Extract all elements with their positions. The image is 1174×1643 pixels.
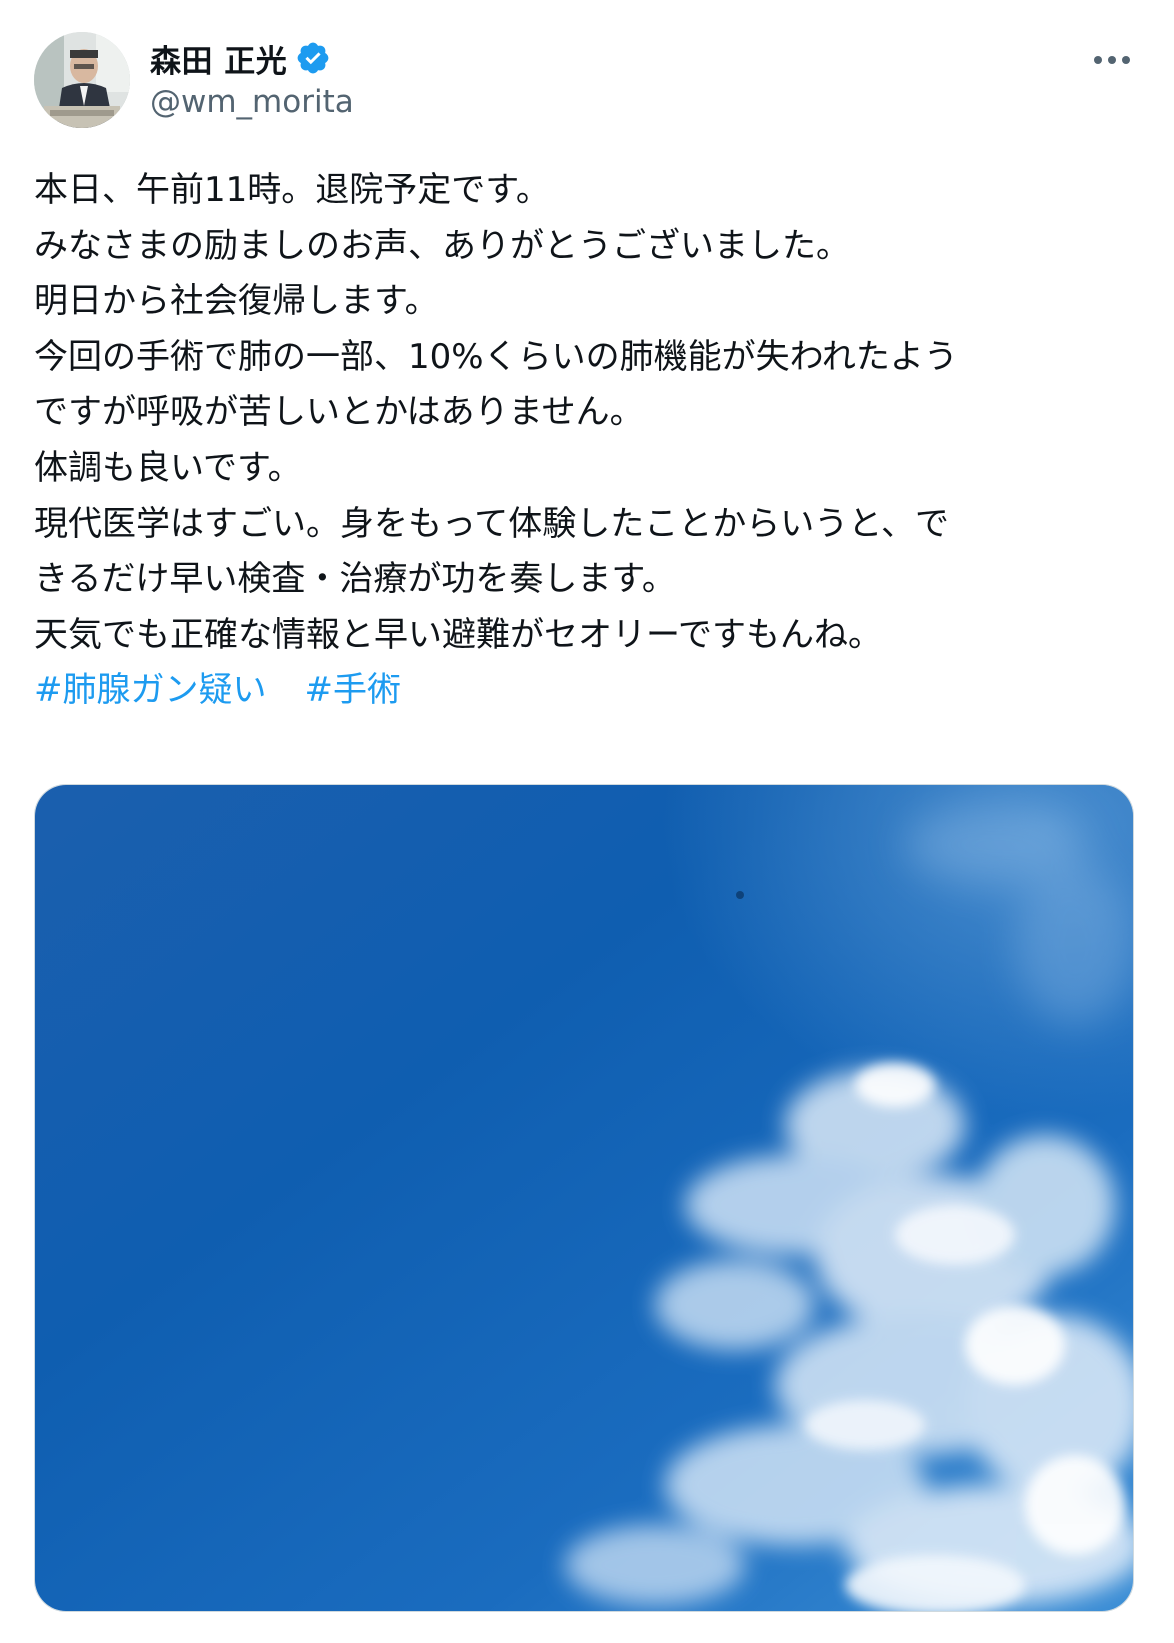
avatar-image [34,32,130,128]
hashtag-link[interactable]: #肺腺ガン疑い [34,670,267,710]
tweet-text-line: 今回の手術で肺の一部、10%くらいの肺機能が失われたよう [34,336,958,377]
tweet-text-line: ですが呼吸が苦しいとかはありません。 [34,392,644,433]
tweet-header: 森田 正光 @wm_morita [34,32,1140,128]
tweet-photo[interactable] [34,784,1134,1612]
verified-badge-icon [295,40,331,76]
sky-photo [35,785,1133,1611]
author-avatar[interactable] [34,32,130,128]
display-name-row[interactable]: 森田 正光 [150,34,354,82]
author-names: 森田 正光 @wm_morita [150,34,354,120]
author-handle[interactable]: @wm_morita [150,84,354,120]
tweet-text-line: みなさまの励ましのお声、ありがとうございました。 [34,225,850,266]
hashtag-link[interactable]: #手術 [305,670,402,710]
tweet-text-line: 天気でも正確な情報と早い避難がセオリーですもんね。 [34,614,882,655]
hashtag-list: #肺腺ガン疑い #手術 [34,663,1140,719]
tweet-text-line: きるだけ早い検査・治療が功を奏します。 [34,559,676,600]
tweet-text-line: 本日、午前11時。退院予定です。 [34,170,550,210]
more-horizontal-icon[interactable] [1084,40,1140,80]
tweet-text-line: 明日から社会復帰します。 [34,281,439,322]
tweet-text-line: 体調も良いです。 [34,447,302,488]
tweet-text: 本日、午前11時。退院予定です。 みなさまの励ましのお声、ありがとうございました… [34,163,1140,719]
tweet-text-line: 現代医学はすごい。身をもって体験したことからいうと、で [34,503,949,544]
display-name[interactable]: 森田 正光 [150,36,287,81]
